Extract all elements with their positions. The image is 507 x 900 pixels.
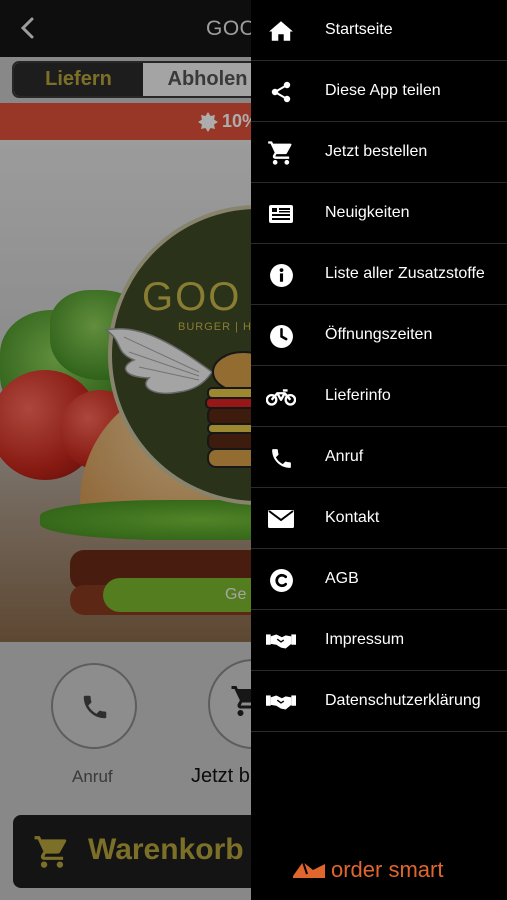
navigation-drawer: Startseite Diese App teilen Jetzt bestel… bbox=[251, 0, 507, 900]
menu-label: Datenschutzerklärung bbox=[325, 692, 481, 709]
menu-item-delivery-info[interactable]: Lieferinfo bbox=[251, 366, 507, 427]
order-smart-logo-icon bbox=[293, 861, 325, 878]
menu-label: Neuigkeiten bbox=[325, 204, 410, 221]
motorcycle-icon bbox=[266, 383, 296, 411]
menu-item-privacy[interactable]: Datenschutzerklärung bbox=[251, 671, 507, 732]
menu-label: Öffnungszeiten bbox=[325, 326, 433, 343]
menu-item-order-now[interactable]: Jetzt bestellen bbox=[251, 122, 507, 183]
menu-label: Kontakt bbox=[325, 509, 380, 526]
menu-label: Liste aller Zusatzstoffe bbox=[325, 265, 485, 282]
brand-name: order smart bbox=[331, 857, 444, 882]
menu-item-share[interactable]: Diese App teilen bbox=[251, 61, 507, 122]
cart-icon bbox=[266, 139, 296, 167]
menu-label: Anruf bbox=[325, 448, 364, 465]
copyright-icon bbox=[266, 566, 296, 594]
menu-item-news[interactable]: Neuigkeiten bbox=[251, 183, 507, 244]
menu-item-startseite[interactable]: Startseite bbox=[251, 0, 507, 61]
menu-label: Jetzt bestellen bbox=[325, 143, 428, 160]
menu-item-call[interactable]: Anruf bbox=[251, 427, 507, 488]
menu-item-additives[interactable]: Liste aller Zusatzstoffe bbox=[251, 244, 507, 305]
menu-label: Startseite bbox=[325, 21, 393, 38]
clock-icon bbox=[266, 322, 296, 350]
menu-label: AGB bbox=[325, 570, 359, 587]
phone-icon bbox=[266, 444, 296, 472]
handshake-icon bbox=[266, 627, 296, 655]
menu-item-opening-hours[interactable]: Öffnungszeiten bbox=[251, 305, 507, 366]
handshake-icon bbox=[266, 688, 296, 716]
share-icon bbox=[266, 78, 296, 106]
news-icon bbox=[266, 200, 296, 228]
mail-icon bbox=[266, 505, 296, 533]
menu-label: Diese App teilen bbox=[325, 82, 441, 99]
menu-label: Lieferinfo bbox=[325, 387, 391, 404]
menu-label: Impressum bbox=[325, 631, 405, 648]
info-icon bbox=[266, 261, 296, 289]
menu-item-contact[interactable]: Kontakt bbox=[251, 488, 507, 549]
home-icon bbox=[266, 17, 296, 45]
menu-item-agb[interactable]: AGB bbox=[251, 549, 507, 610]
menu-item-imprint[interactable]: Impressum bbox=[251, 610, 507, 671]
